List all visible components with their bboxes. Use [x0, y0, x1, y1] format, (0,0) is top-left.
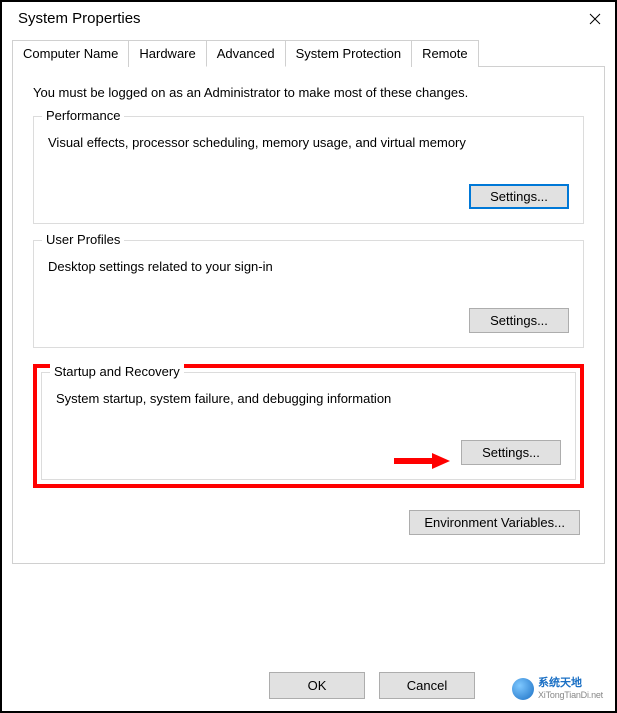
tab-advanced[interactable]: Advanced — [206, 40, 286, 67]
watermark: 系统天地 XiTongTianDi.net — [512, 677, 603, 701]
group-startup-recovery-legend: Startup and Recovery — [50, 364, 184, 379]
tab-remote[interactable]: Remote — [411, 40, 479, 67]
close-icon — [589, 13, 601, 25]
group-user-profiles-desc: Desktop settings related to your sign-in — [48, 259, 569, 274]
globe-icon — [512, 678, 534, 700]
performance-settings-button[interactable]: Settings... — [469, 184, 569, 209]
tab-computer-name[interactable]: Computer Name — [12, 40, 129, 67]
close-button[interactable] — [587, 11, 603, 27]
cancel-button[interactable]: Cancel — [379, 672, 475, 699]
watermark-line1: 系统天地 — [538, 677, 603, 690]
group-user-profiles-legend: User Profiles — [42, 232, 124, 247]
group-performance-legend: Performance — [42, 108, 124, 123]
tab-panel-advanced: You must be logged on as an Administrato… — [12, 67, 605, 564]
intro-text: You must be logged on as an Administrato… — [33, 85, 584, 100]
ok-button[interactable]: OK — [269, 672, 365, 699]
tab-strip: Computer Name Hardware Advanced System P… — [12, 39, 605, 67]
startup-recovery-settings-button[interactable]: Settings... — [461, 440, 561, 465]
annotation-highlight: Startup and Recovery System startup, sys… — [33, 364, 584, 488]
group-startup-recovery: Startup and Recovery System startup, sys… — [41, 372, 576, 480]
watermark-line2: XiTongTianDi.net — [538, 690, 603, 701]
environment-variables-button[interactable]: Environment Variables... — [409, 510, 580, 535]
group-performance-desc: Visual effects, processor scheduling, me… — [48, 135, 569, 150]
group-performance: Performance Visual effects, processor sc… — [33, 116, 584, 224]
window-title: System Properties — [18, 10, 141, 27]
tab-system-protection[interactable]: System Protection — [285, 40, 413, 67]
group-startup-recovery-desc: System startup, system failure, and debu… — [56, 391, 561, 406]
tab-hardware[interactable]: Hardware — [128, 40, 206, 67]
group-user-profiles: User Profiles Desktop settings related t… — [33, 240, 584, 348]
user-profiles-settings-button[interactable]: Settings... — [469, 308, 569, 333]
